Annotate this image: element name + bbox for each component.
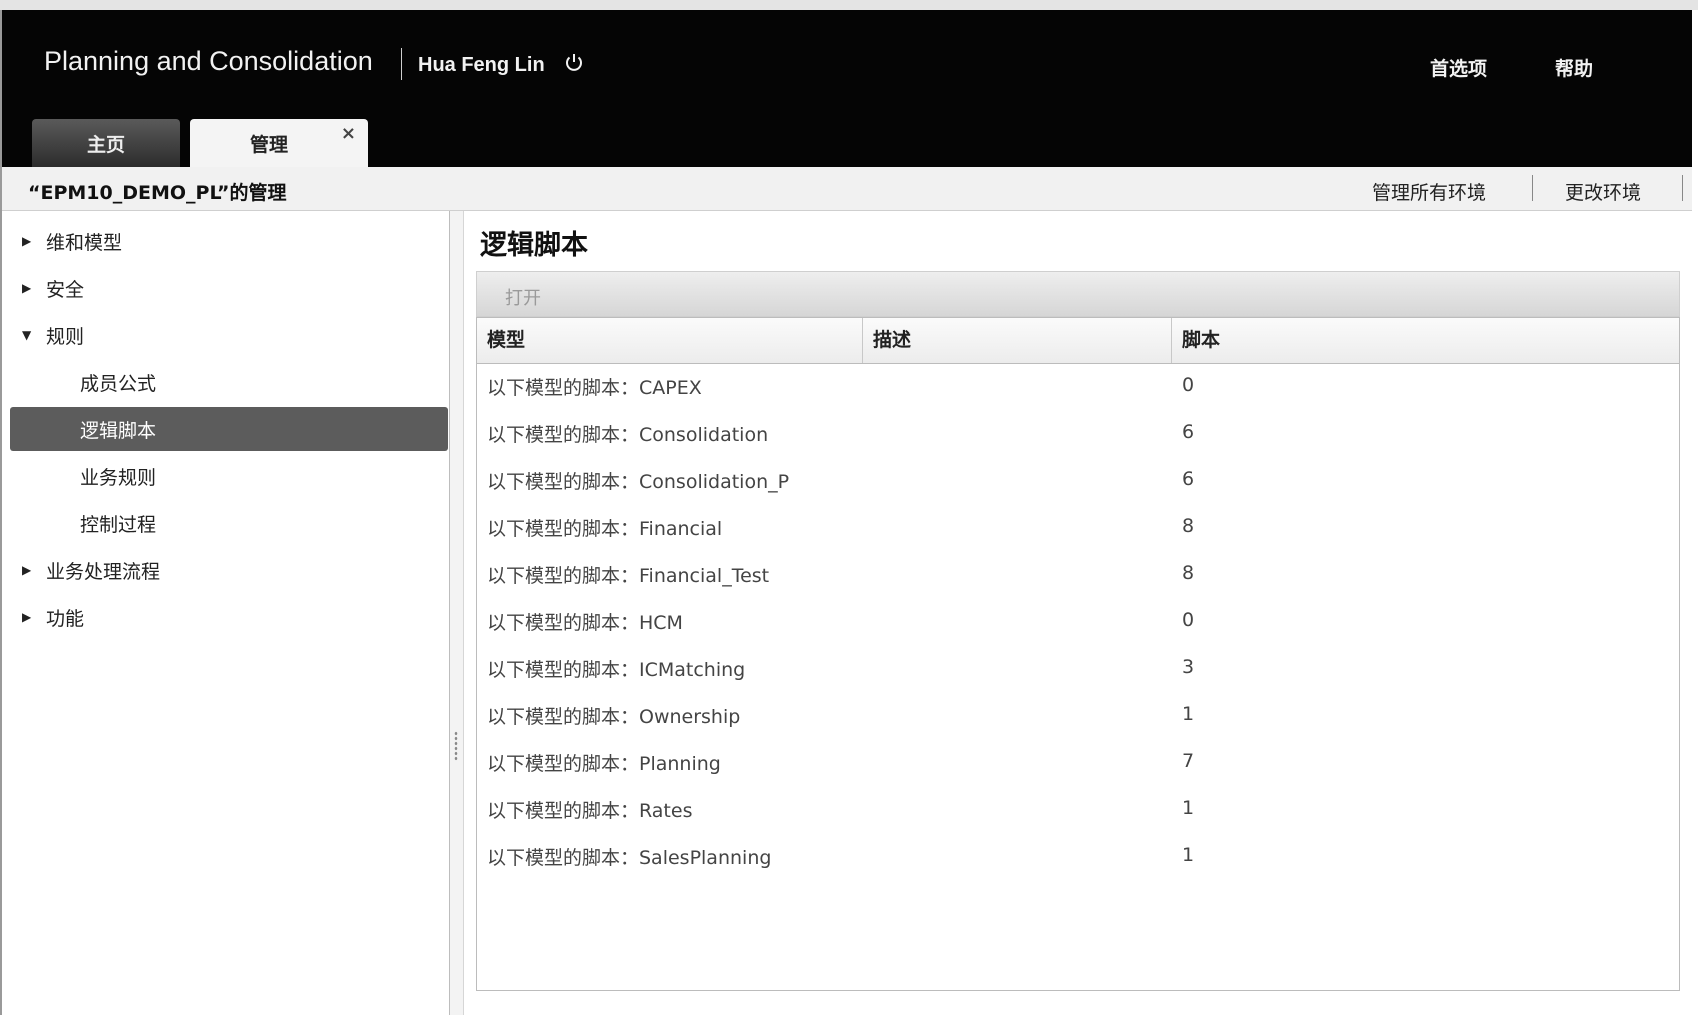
cell-description xyxy=(863,647,1172,694)
sidebar-item-features[interactable]: ▶ 功能 xyxy=(2,595,448,639)
cell-model: 以下模型的脚本：Rates xyxy=(487,800,693,822)
sidebar-item-business-process-flows[interactable]: ▶ 业务处理流程 xyxy=(2,548,448,592)
sidebar-item-label: 安全 xyxy=(46,278,85,301)
cell-description xyxy=(863,412,1172,459)
change-environment-link[interactable]: 更改环境 xyxy=(1565,178,1641,205)
cell-model: 以下模型的脚本：Financial_Test xyxy=(487,565,770,587)
app-title: Planning and Consolidation xyxy=(44,46,373,76)
expand-arrow-icon[interactable]: ▶ xyxy=(22,234,32,248)
cell-model: 以下模型的脚本：Consolidation xyxy=(487,424,769,446)
expand-arrow-icon[interactable]: ▶ xyxy=(22,563,32,577)
cell-script-count: 6 xyxy=(1182,468,1195,490)
table-row[interactable]: 以下模型的脚本：Financial_Test 8 xyxy=(477,553,1679,600)
cell-model: 以下模型的脚本：Financial xyxy=(487,518,723,540)
table-header: 模型 描述 脚本 xyxy=(477,318,1679,364)
cell-model: 以下模型的脚本：SalesPlanning xyxy=(487,847,772,869)
cell-script-count: 0 xyxy=(1182,609,1195,631)
cell-description xyxy=(863,553,1172,600)
app-window: Planning and Consolidation Hua Feng Lin … xyxy=(0,10,1692,1015)
sidebar-item-dimensions-models[interactable]: ▶ 维和模型 xyxy=(2,219,448,263)
sidebar-item-controls[interactable]: 控制过程 xyxy=(2,501,448,545)
splitter-grip-icon[interactable] xyxy=(454,731,458,761)
cell-description xyxy=(863,835,1172,882)
user-name: Hua Feng Lin xyxy=(418,54,545,76)
cell-model: 以下模型的脚本：ICMatching xyxy=(487,659,746,681)
cell-model: 以下模型的脚本：CAPEX xyxy=(487,377,702,399)
table-row[interactable]: 以下模型的脚本：Consolidation_P 6 xyxy=(477,459,1679,506)
toolbar: 打开 xyxy=(476,271,1680,317)
expand-arrow-icon[interactable]: ▶ xyxy=(22,610,32,624)
sidebar-item-security[interactable]: ▶ 安全 xyxy=(2,266,448,310)
table-row[interactable]: 以下模型的脚本：Rates 1 xyxy=(477,788,1679,835)
sidebar-item-logic-scripts[interactable]: 逻辑脚本 xyxy=(10,407,448,451)
table-row[interactable]: 以下模型的脚本：ICMatching 3 xyxy=(477,647,1679,694)
cell-script-count: 0 xyxy=(1182,374,1195,396)
breadcrumb-divider xyxy=(1532,175,1533,201)
close-icon[interactable]: × xyxy=(341,123,356,144)
breadcrumb-bar: “EPM10_DEMO_PL”的管理 管理所有环境 更改环境 xyxy=(2,167,1692,211)
open-button[interactable]: 打开 xyxy=(505,284,541,310)
page-title: 逻辑脚本 xyxy=(480,230,588,261)
cell-description xyxy=(863,506,1172,553)
sidebar-item-member-formulas[interactable]: 成员公式 xyxy=(2,360,448,404)
cell-script-count: 6 xyxy=(1182,421,1195,443)
cell-script-count: 3 xyxy=(1182,656,1195,678)
sidebar-item-label: 业务处理流程 xyxy=(46,560,161,583)
scripts-table: 模型 描述 脚本 以下模型的脚本：CAPEX 0 以下模型的脚本：Consoli… xyxy=(476,317,1680,991)
cell-script-count: 8 xyxy=(1182,515,1195,537)
sidebar-item-label: 成员公式 xyxy=(80,372,157,395)
table-row[interactable]: 以下模型的脚本：Planning 7 xyxy=(477,741,1679,788)
cell-description xyxy=(863,600,1172,647)
cell-script-count: 1 xyxy=(1182,797,1195,819)
cell-description xyxy=(863,694,1172,741)
cell-model: 以下模型的脚本：HCM xyxy=(487,612,683,634)
sidebar-item-label: 功能 xyxy=(46,607,85,630)
window-top-strip xyxy=(0,0,1698,10)
cell-model: 以下模型的脚本：Consolidation_P xyxy=(487,471,790,493)
breadcrumb-divider xyxy=(1682,175,1683,201)
cell-model: 以下模型的脚本：Ownership xyxy=(487,706,741,728)
cell-model: 以下模型的脚本：Planning xyxy=(487,753,721,775)
column-header-scripts[interactable]: 脚本 xyxy=(1172,318,1679,363)
table-row[interactable]: 以下模型的脚本：HCM 0 xyxy=(477,600,1679,647)
sidebar-item-label: 逻辑脚本 xyxy=(80,419,157,442)
collapse-arrow-icon[interactable]: ▼ xyxy=(22,328,32,342)
title-divider xyxy=(401,48,402,80)
tab-admin-label: 管理 xyxy=(249,133,288,156)
column-header-model[interactable]: 模型 xyxy=(477,318,863,363)
cell-script-count: 1 xyxy=(1182,844,1195,866)
power-icon[interactable] xyxy=(563,52,585,74)
app-header: Planning and Consolidation Hua Feng Lin … xyxy=(2,10,1692,167)
sidebar-item-label: 维和模型 xyxy=(46,231,123,254)
preferences-link[interactable]: 首选项 xyxy=(1430,54,1487,81)
environment-title: “EPM10_DEMO_PL”的管理 xyxy=(28,182,287,204)
cell-script-count: 7 xyxy=(1182,750,1195,772)
table-row[interactable]: 以下模型的脚本：Ownership 1 xyxy=(477,694,1679,741)
table-row[interactable]: 以下模型的脚本：Financial 8 xyxy=(477,506,1679,553)
cell-description xyxy=(863,741,1172,788)
pane-splitter[interactable] xyxy=(450,211,464,1015)
tab-home-label: 主页 xyxy=(86,133,125,156)
cell-description xyxy=(863,788,1172,835)
manage-all-environments-link[interactable]: 管理所有环境 xyxy=(1372,178,1486,205)
cell-description xyxy=(863,459,1172,506)
sidebar-item-business-rules[interactable]: 业务规则 xyxy=(2,454,448,498)
sidebar-item-label: 控制过程 xyxy=(80,513,157,536)
tab-admin[interactable]: 管理 × xyxy=(190,119,368,167)
table-row[interactable]: 以下模型的脚本：CAPEX 0 xyxy=(477,365,1679,412)
tab-home[interactable]: 主页 xyxy=(32,119,180,167)
column-header-description[interactable]: 描述 xyxy=(863,318,1172,363)
cell-script-count: 8 xyxy=(1182,562,1195,584)
cell-script-count: 1 xyxy=(1182,703,1195,725)
main-content: 逻辑脚本 打开 模型 描述 脚本 以下模型的脚本：CAPEX 0 以下模型的脚本… xyxy=(464,211,1692,1015)
sidebar-item-label: 业务规则 xyxy=(80,466,157,489)
cell-description xyxy=(863,365,1172,412)
help-link[interactable]: 帮助 xyxy=(1555,54,1593,81)
sidebar: ▶ 维和模型 ▶ 安全 ▼ 规则 成员公式 逻辑脚本 业务规则 控制过程 ▶ 业… xyxy=(2,211,450,1015)
sidebar-item-rules[interactable]: ▼ 规则 xyxy=(2,313,448,357)
sidebar-item-label: 规则 xyxy=(46,325,85,348)
table-row[interactable]: 以下模型的脚本：Consolidation 6 xyxy=(477,412,1679,459)
expand-arrow-icon[interactable]: ▶ xyxy=(22,281,32,295)
table-row[interactable]: 以下模型的脚本：SalesPlanning 1 xyxy=(477,835,1679,882)
